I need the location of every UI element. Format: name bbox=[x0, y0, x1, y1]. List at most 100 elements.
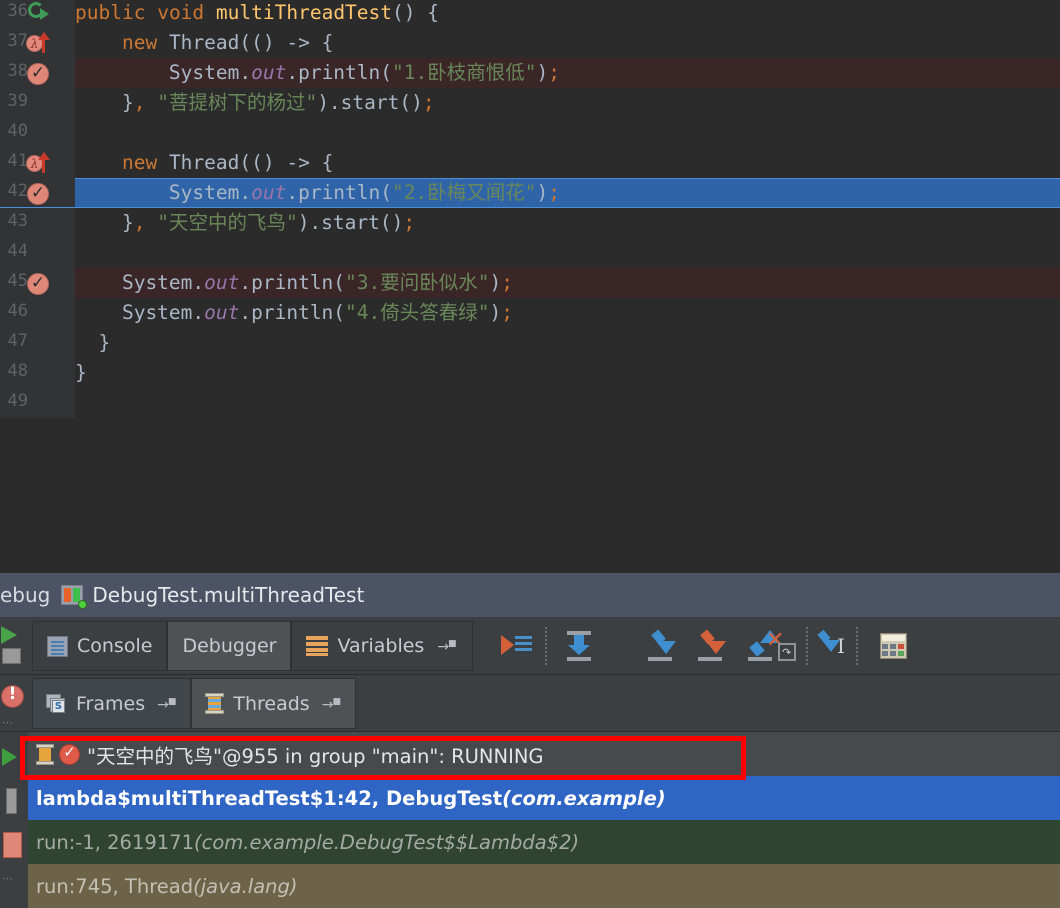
editor-gutter[interactable]: 39 bbox=[0, 88, 75, 118]
drop-frame-button[interactable]: ✕↷ bbox=[764, 629, 798, 663]
editor-gutter[interactable]: 48 bbox=[0, 358, 75, 388]
editor-gutter[interactable]: 40 bbox=[0, 118, 75, 148]
thread-icon bbox=[36, 744, 55, 765]
show-execution-point-button[interactable] bbox=[500, 629, 534, 663]
frame-location: run:745, Thread bbox=[36, 875, 193, 898]
debug-side-actions bbox=[0, 617, 28, 675]
run-configuration-icon bbox=[61, 585, 83, 605]
stack-frame-row[interactable]: run:745, Thread (java.lang) bbox=[28, 864, 1060, 908]
code-text: } bbox=[75, 358, 87, 388]
stack-frame-row[interactable]: lambda$multiThreadTest$1:42, DebugTest (… bbox=[28, 776, 1060, 820]
error-badge-icon[interactable] bbox=[1, 685, 24, 708]
subtab-threads[interactable]: Threads →■ bbox=[191, 678, 356, 729]
subtab-label: Threads bbox=[233, 693, 309, 715]
debugger-tab-bar: Console DebuggerVariables→■ ✕↷ I bbox=[0, 617, 1060, 675]
resume-program-icon[interactable] bbox=[1, 626, 17, 644]
code-line[interactable]: 39 }, "菩提树下的杨过").start(); bbox=[0, 88, 1060, 118]
step-over-icon bbox=[562, 629, 596, 663]
code-text: }, "天空中的飞鸟").start(); bbox=[75, 208, 415, 238]
editor-gutter[interactable]: 46 bbox=[0, 298, 75, 328]
threads-more-icon[interactable]: ⋯ bbox=[2, 872, 14, 885]
code-line[interactable]: 48} bbox=[0, 358, 1060, 388]
subtab-frames[interactable]: SFrames→■ bbox=[32, 678, 191, 729]
calculator-icon bbox=[876, 629, 910, 663]
tab-label: Console bbox=[77, 635, 152, 657]
code-line[interactable]: 36 public void multiThreadTest() { bbox=[0, 0, 1060, 28]
run-method-icon[interactable] bbox=[26, 0, 52, 26]
code-line[interactable]: 41λ new Thread(() -> { bbox=[0, 148, 1060, 178]
line-number: 47 bbox=[8, 331, 28, 351]
drop-frame-icon: ✕↷ bbox=[764, 629, 798, 663]
line-number: 46 bbox=[8, 301, 28, 321]
toolbar-separator bbox=[856, 627, 858, 665]
stop-icon[interactable] bbox=[2, 648, 21, 664]
breakpoint-verified-icon[interactable]: ✓ bbox=[26, 180, 52, 206]
code-line[interactable]: 46 System.out.println("4.倚头答春绿"); bbox=[0, 298, 1060, 328]
code-line[interactable]: 40 bbox=[0, 118, 1060, 148]
lambda-breakpoint-icon[interactable]: λ bbox=[26, 150, 52, 176]
code-line[interactable]: 43 }, "天空中的飞鸟").start(); bbox=[0, 208, 1060, 238]
editor-gutter[interactable]: 37λ bbox=[0, 28, 75, 58]
editor-gutter[interactable]: 42✓ bbox=[0, 178, 75, 208]
editor-gutter[interactable]: 41λ bbox=[0, 148, 75, 178]
line-number: 36 bbox=[8, 1, 28, 21]
force-step-into-icon bbox=[694, 629, 728, 663]
debug-tool-window-header: ebug DebugTest.multiThreadTest bbox=[0, 572, 1060, 617]
editor-gutter[interactable]: 43 bbox=[0, 208, 75, 238]
line-number: 43 bbox=[8, 211, 28, 231]
run-to-cursor-icon: I bbox=[815, 629, 849, 663]
tab-debugger[interactable]: Debugger bbox=[167, 621, 291, 671]
more-actions-icon[interactable]: ⋯ bbox=[2, 716, 14, 729]
code-line[interactable]: 49 bbox=[0, 388, 1060, 418]
pause-icon[interactable] bbox=[6, 788, 17, 814]
detach-arrow-icon[interactable]: →■ bbox=[157, 697, 177, 713]
editor-gutter[interactable]: 38✓ bbox=[0, 58, 75, 88]
line-number: 38 bbox=[8, 61, 28, 81]
editor-gutter[interactable]: 47 bbox=[0, 328, 75, 358]
stop-process-icon[interactable] bbox=[3, 832, 22, 858]
code-line[interactable]: 45✓ System.out.println("3.要问卧似水"); bbox=[0, 268, 1060, 298]
lambda-breakpoint-icon[interactable]: λ bbox=[26, 30, 52, 56]
detach-arrow-icon[interactable]: →■ bbox=[322, 697, 342, 713]
run-to-cursor-button[interactable]: I bbox=[815, 629, 849, 663]
code-text: } bbox=[75, 328, 110, 358]
line-number: 49 bbox=[8, 391, 28, 411]
debug-tabs: Console DebuggerVariables→■ bbox=[32, 621, 473, 671]
resume-thread-icon[interactable] bbox=[2, 748, 17, 766]
toolbar-separator bbox=[806, 627, 808, 665]
stack-frame-row[interactable]: run:-1, 2619171 (com.example.DebugTest$$… bbox=[28, 820, 1060, 864]
editor-gutter[interactable]: 49 bbox=[0, 388, 75, 418]
code-line[interactable]: 44 bbox=[0, 238, 1060, 268]
editor-gutter[interactable]: 45✓ bbox=[0, 268, 75, 298]
editor-gutter[interactable]: 44 bbox=[0, 238, 75, 268]
tab-console[interactable]: Console bbox=[32, 621, 167, 671]
tab-variables[interactable]: Variables→■ bbox=[291, 621, 472, 671]
step-over-button[interactable] bbox=[562, 629, 596, 663]
line-number: 40 bbox=[8, 121, 28, 141]
frame-package: (com.example) bbox=[502, 787, 666, 810]
editor-gutter[interactable]: 36 bbox=[0, 0, 75, 28]
evaluate-expression-button[interactable] bbox=[876, 629, 910, 663]
threads-panel[interactable]: ⋯ "天空中的飞鸟"@955 in group "main": RUNNINGl… bbox=[0, 732, 1060, 908]
code-text: public void multiThreadTest() { bbox=[75, 0, 439, 28]
code-editor[interactable]: 35{ }36public void multiThreadTest() {37… bbox=[0, 0, 1060, 572]
code-text: System.out.println("2.卧梅又闻花"); bbox=[75, 178, 560, 208]
code-line[interactable]: 37λ new Thread(() -> { bbox=[0, 28, 1060, 58]
line-number: 39 bbox=[8, 91, 28, 111]
line-number: 44 bbox=[8, 241, 28, 261]
code-line[interactable]: 42✓ System.out.println("2.卧梅又闻花"); bbox=[0, 178, 1060, 208]
detach-arrow-icon[interactable]: →■ bbox=[437, 639, 457, 655]
step-into-button[interactable] bbox=[644, 629, 678, 663]
line-number: 41 bbox=[8, 151, 28, 171]
threads-side-actions: ⋯ bbox=[0, 732, 28, 908]
frames-threads-tab-bar: ⋯ SFrames→■ Threads →■ bbox=[0, 675, 1060, 732]
code-line[interactable]: 47 } bbox=[0, 328, 1060, 358]
code-line[interactable]: 38✓ System.out.println("1.卧枝商恨低"); bbox=[0, 58, 1060, 88]
frames-threads-tabs: SFrames→■ Threads →■ bbox=[32, 678, 356, 729]
breakpoint-verified-icon[interactable]: ✓ bbox=[26, 270, 52, 296]
thread-header-row[interactable]: "天空中的飞鸟"@955 in group "main": RUNNING bbox=[28, 732, 1060, 776]
frame-package: (java.lang) bbox=[193, 875, 297, 898]
breakpoint-verified-icon[interactable]: ✓ bbox=[26, 60, 52, 86]
code-text: new Thread(() -> { bbox=[75, 148, 333, 178]
force-step-into-button[interactable] bbox=[694, 629, 728, 663]
